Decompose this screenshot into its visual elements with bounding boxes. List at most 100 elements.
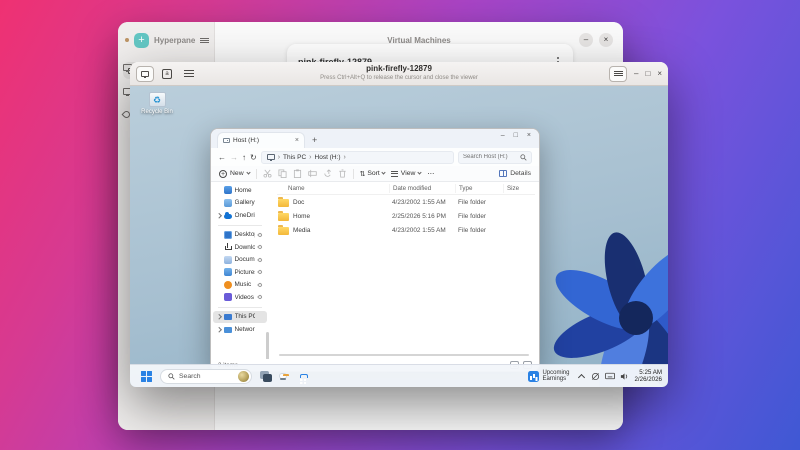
usb-devices-button[interactable] (180, 66, 198, 82)
close-button[interactable]: × (657, 69, 662, 79)
keyboard-button[interactable]: a (158, 66, 176, 82)
breadcrumb-this-pc[interactable]: This PC (283, 154, 306, 161)
folder-location-icon (224, 186, 232, 194)
column-header-date[interactable]: Date modified (389, 184, 455, 193)
touch-keyboard-icon[interactable] (605, 372, 615, 380)
hamburger-menu-button[interactable] (609, 66, 627, 82)
display-settings-button[interactable] (136, 66, 154, 82)
plus-icon: + (219, 170, 227, 178)
tab-label: Host (H:) (233, 137, 292, 144)
tray-time: 5:25 AM (634, 369, 662, 376)
file-date: 4/23/2002 1:55 AM (389, 227, 455, 234)
tab-host-h[interactable]: Host (H:) × (217, 132, 305, 148)
explorer-address-bar: ← → ↑ ↻ › This PC › Host (H:) › Search H… (211, 148, 539, 166)
folder-location-icon (224, 314, 232, 320)
hamburger-menu-icon[interactable] (200, 38, 209, 43)
forward-button[interactable]: → (230, 153, 238, 162)
search-placeholder: Search (179, 373, 234, 380)
sidebar-item[interactable]: Desktop (213, 229, 267, 242)
cut-button[interactable] (263, 169, 272, 178)
tray-date: 2/26/2026 (634, 376, 662, 383)
paste-button[interactable] (293, 169, 302, 178)
sidebar-item[interactable]: Home (213, 184, 267, 197)
minimize-button[interactable]: – (501, 132, 505, 139)
search-highlight-image (238, 371, 249, 382)
rename-icon (308, 169, 317, 178)
maximize-button[interactable]: □ (514, 132, 518, 139)
search-icon (520, 154, 527, 161)
breadcrumb[interactable]: › This PC › Host (H:) › (261, 151, 454, 164)
new-tab-button[interactable]: + (312, 132, 317, 148)
clipboard-icon (293, 169, 302, 178)
widgets-button[interactable]: Upcoming Earnings (525, 368, 572, 385)
volume-icon[interactable] (620, 372, 629, 381)
back-button[interactable]: ← (218, 153, 226, 162)
file-name: Doc (293, 199, 304, 206)
tab-close-icon[interactable]: × (295, 137, 299, 144)
details-toggle-button[interactable]: Details (499, 170, 531, 177)
horizontal-scrollbar[interactable] (279, 354, 529, 356)
search-icon (168, 373, 175, 380)
explorer-search-box[interactable]: Search Host (H:) (458, 151, 532, 164)
up-button[interactable]: ↑ (242, 153, 246, 162)
no-internet-icon[interactable] (591, 372, 600, 381)
sidebar-item[interactable]: Documents (213, 254, 267, 267)
recycle-bin-desktop-icon[interactable]: ♻ Recycle Bin (138, 92, 176, 115)
view-button[interactable]: View (391, 170, 422, 177)
file-explorer-window: Host (H:) × + – □ × ← → ↑ ↻ (210, 128, 540, 372)
host-desktop-background: + Hyperpane Virtual Machines Virtual Mac… (0, 0, 800, 450)
recycle-bin-label: Recycle Bin (138, 109, 176, 115)
file-row[interactable]: Home 2/25/2026 5:16 PM File folder (277, 209, 535, 223)
close-button[interactable]: × (599, 33, 613, 47)
close-button[interactable]: × (527, 132, 531, 139)
sidebar-item[interactable]: This PC (213, 311, 267, 324)
sidebar-item[interactable]: OneDrive (213, 209, 267, 222)
share-icon (323, 169, 332, 178)
rename-button[interactable] (308, 169, 317, 178)
taskbar-clock[interactable]: 5:25 AM 2/26/2026 (634, 369, 662, 383)
sort-button[interactable]: ⇅ Sort (360, 170, 385, 178)
column-header-type[interactable]: Type (455, 184, 503, 193)
vm-screen: ♻ Recycle Bin Host (H:) × + – □ × (130, 86, 668, 387)
folder-icon (278, 227, 289, 235)
taskbar-search-box[interactable]: Search (160, 369, 252, 384)
search-placeholder: Search Host (H:) (463, 154, 518, 160)
sidebar-item[interactable]: Network (213, 323, 267, 336)
monitor-icon (141, 71, 149, 77)
start-button[interactable] (141, 371, 152, 382)
minimize-button[interactable]: – (579, 33, 593, 47)
copy-button[interactable] (278, 169, 287, 178)
widget-line2: Earnings (542, 376, 569, 383)
sidebar-item[interactable]: Videos (213, 291, 267, 304)
sidebar-item[interactable]: Pictures (213, 266, 267, 279)
trash-icon (338, 169, 347, 178)
maximize-button[interactable]: □ (645, 69, 650, 79)
viewer-subtitle: Press Ctrl+Alt+Q to release the cursor a… (130, 74, 668, 82)
chevron-down-icon (381, 170, 385, 174)
task-view-button[interactable] (260, 371, 272, 382)
file-type: File folder (455, 227, 503, 234)
folder-location-icon (224, 281, 232, 289)
column-header-name[interactable]: Name (277, 184, 389, 193)
file-explorer-taskbar-button[interactable] (280, 374, 286, 378)
sidebar-item[interactable]: Downloads (213, 241, 267, 254)
refresh-button[interactable]: ↻ (250, 153, 257, 162)
share-button[interactable] (323, 169, 332, 178)
viewer-title: pink-firefly-12879 (130, 64, 668, 74)
new-button[interactable]: + New (219, 170, 250, 178)
file-row[interactable]: Doc 4/23/2002 1:55 AM File folder (277, 195, 535, 209)
sidebar-item[interactable]: Music (213, 279, 267, 292)
sidebar-item[interactable]: Gallery (213, 197, 267, 210)
microsoft-store-taskbar-button[interactable] (294, 374, 300, 378)
minimize-button[interactable]: – (634, 69, 638, 79)
file-row[interactable]: Media 4/23/2002 1:55 AM File folder (277, 223, 535, 237)
delete-button[interactable] (338, 169, 347, 178)
more-options-button[interactable]: ⋯ (427, 170, 434, 178)
column-header-size[interactable]: Size (503, 184, 535, 193)
hidden-icons-chevron[interactable] (578, 373, 585, 380)
new-vm-button[interactable]: + (134, 33, 149, 48)
pin-icon (257, 294, 263, 300)
breadcrumb-host-h[interactable]: Host (H:) (315, 154, 341, 161)
file-type: File folder (455, 199, 503, 206)
sort-icon: ⇅ (360, 170, 366, 178)
